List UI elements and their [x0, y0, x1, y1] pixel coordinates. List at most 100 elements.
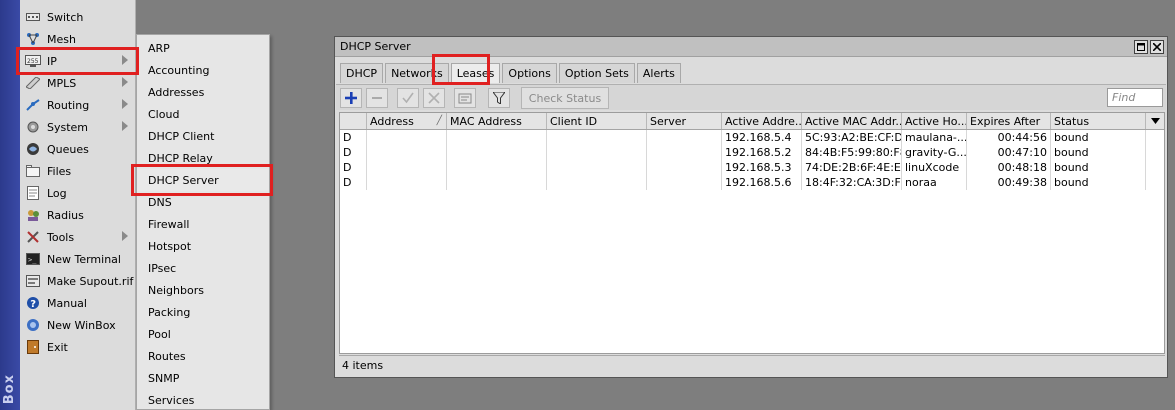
submenu-item-snmp[interactable]: SNMP — [137, 367, 269, 389]
column-header[interactable]: Client ID — [547, 113, 647, 129]
table-cell — [647, 130, 722, 145]
table-cell: 5C:93:A2:BE:CF:D4 — [802, 130, 902, 145]
submenu-item-hotspot[interactable]: Hotspot — [137, 235, 269, 257]
submenu-item-services[interactable]: Services — [137, 389, 269, 410]
table-cell: 18:4F:32:CA:3D:FB — [802, 175, 902, 190]
menu-item-label: Mesh — [47, 32, 76, 46]
table-cell: 192.168.5.6 — [722, 175, 802, 190]
column-header-label: Expires After — [970, 114, 1041, 128]
submenu-item-pool[interactable]: Pool — [137, 323, 269, 345]
menu-item-routing[interactable]: Routing — [20, 94, 136, 116]
find-input[interactable]: Find — [1107, 88, 1163, 107]
column-header[interactable]: Address ╱ — [367, 113, 447, 129]
column-header[interactable]: Expires After — [967, 113, 1051, 129]
menu-item-label: Make Supout.rif — [47, 274, 134, 288]
menu-item-label: New WinBox — [47, 318, 116, 332]
menu-item-label: Queues — [47, 142, 89, 156]
table-cell — [547, 160, 647, 175]
add-icon[interactable] — [340, 88, 362, 108]
table-row[interactable]: D 192.168.5.3 74:DE:2B:6F:4E:EB linuXcode 00… — [340, 160, 1164, 175]
tab-options[interactable]: Options — [502, 63, 557, 83]
submenu-arrow-icon — [122, 231, 128, 241]
table-cell: 192.168.5.3 — [722, 160, 802, 175]
queues-icon — [25, 141, 41, 157]
exit-icon — [25, 339, 41, 355]
submenu-item-arp[interactable]: ARP — [137, 37, 269, 59]
column-header[interactable]: Active Addre... — [722, 113, 802, 129]
table-cell: 74:DE:2B:6F:4E:EB — [802, 160, 902, 175]
terminal-icon: >_ — [25, 251, 41, 267]
table-cell — [447, 175, 547, 190]
column-header[interactable]: Status — [1051, 113, 1146, 129]
tab-dhcp[interactable]: DHCP — [340, 63, 384, 83]
column-header[interactable]: Active Ho... — [902, 113, 967, 129]
window-title: DHCP Server — [340, 40, 411, 53]
menu-item-tools[interactable]: Tools — [20, 226, 136, 248]
tab-option-sets[interactable]: Option Sets — [558, 63, 635, 83]
menu-item-radius[interactable]: Radius — [20, 204, 136, 226]
filter-icon[interactable] — [488, 88, 510, 108]
tab-alerts[interactable]: Alerts — [636, 63, 681, 83]
submenu-item-routes[interactable]: Routes — [137, 345, 269, 367]
table-cell — [447, 130, 547, 145]
disable-icon[interactable] — [423, 88, 445, 108]
submenu-item-dhcp-client[interactable]: DHCP Client — [137, 125, 269, 147]
comment-icon[interactable] — [454, 88, 476, 108]
maximize-icon[interactable] — [1134, 39, 1148, 54]
column-header[interactable]: MAC Address — [447, 113, 547, 129]
dhcp-server-highlight-box — [131, 164, 273, 196]
column-header-label: Server — [650, 114, 687, 128]
leases-highlight-box — [432, 54, 490, 85]
menu-item-system[interactable]: System — [20, 116, 136, 138]
table-cell — [547, 175, 647, 190]
column-header-label: Address — [370, 114, 414, 128]
menu-item-make-supout-rif[interactable]: Make Supout.rif — [20, 270, 136, 292]
close-icon[interactable] — [1150, 39, 1164, 54]
submenu-item-ipsec[interactable]: IPsec — [137, 257, 269, 279]
toolbar: Check Status Find — [336, 84, 1166, 110]
column-header[interactable]: Server — [647, 113, 722, 129]
submenu-item-packing[interactable]: Packing — [137, 301, 269, 323]
remove-icon[interactable] — [366, 88, 388, 108]
submenu-item-addresses[interactable]: Addresses — [137, 81, 269, 103]
menu-item-queues[interactable]: Queues — [20, 138, 136, 160]
menu-item-new-winbox[interactable]: New WinBox — [20, 314, 136, 336]
tools-icon — [25, 229, 41, 245]
submenu-item-neighbors[interactable]: Neighbors — [137, 279, 269, 301]
submenu-item-cloud[interactable]: Cloud — [137, 103, 269, 125]
column-chooser-icon[interactable] — [1146, 113, 1164, 129]
check-status-button[interactable]: Check Status — [521, 87, 609, 109]
menu-item-label: Tools — [47, 230, 75, 244]
mpls-icon — [25, 75, 41, 91]
table-header: Address ╱ MAC Address Client ID Server Active… — [340, 113, 1164, 130]
table-cell: 84:4B:F5:99:80:F8 — [802, 145, 902, 160]
table-row[interactable]: D 192.168.5.2 84:4B:F5:99:80:F8 gravity-G..… — [340, 145, 1164, 160]
menu-item-exit[interactable]: Exit — [20, 336, 136, 358]
table-cell — [547, 145, 647, 160]
menu-item-label: System — [47, 120, 89, 134]
column-header-label: Status — [1054, 114, 1090, 128]
status-bar: 4 items — [339, 355, 1165, 374]
table-row[interactable]: D 192.168.5.4 5C:93:A2:BE:CF:D4 maulana-...… — [340, 130, 1164, 145]
enable-icon[interactable] — [397, 88, 419, 108]
menu-item-switch[interactable]: Switch — [20, 6, 136, 28]
menu-item-label: New Terminal — [47, 252, 121, 266]
menu-item-new-terminal[interactable]: >_ New Terminal — [20, 248, 136, 270]
table-cell — [647, 160, 722, 175]
submenu-arrow-icon — [122, 121, 128, 131]
table-row[interactable]: D 192.168.5.6 18:4F:32:CA:3D:FB noraa 00:49:… — [340, 175, 1164, 190]
column-header[interactable]: Active MAC Addr... — [802, 113, 902, 129]
submenu-item-accounting[interactable]: Accounting — [137, 59, 269, 81]
submenu-item-firewall[interactable]: Firewall — [137, 213, 269, 235]
menu-item-mpls[interactable]: MPLS — [20, 72, 136, 94]
table-cell — [447, 160, 547, 175]
table-cell: bound — [1051, 130, 1146, 145]
table-cell — [367, 160, 447, 175]
table-cell: bound — [1051, 145, 1146, 160]
log-icon — [25, 185, 41, 201]
menu-item-label: Manual — [47, 296, 87, 310]
menu-item-files[interactable]: Files — [20, 160, 136, 182]
menu-item-log[interactable]: Log — [20, 182, 136, 204]
menu-item-manual[interactable]: ? Manual — [20, 292, 136, 314]
column-header[interactable] — [340, 113, 367, 129]
